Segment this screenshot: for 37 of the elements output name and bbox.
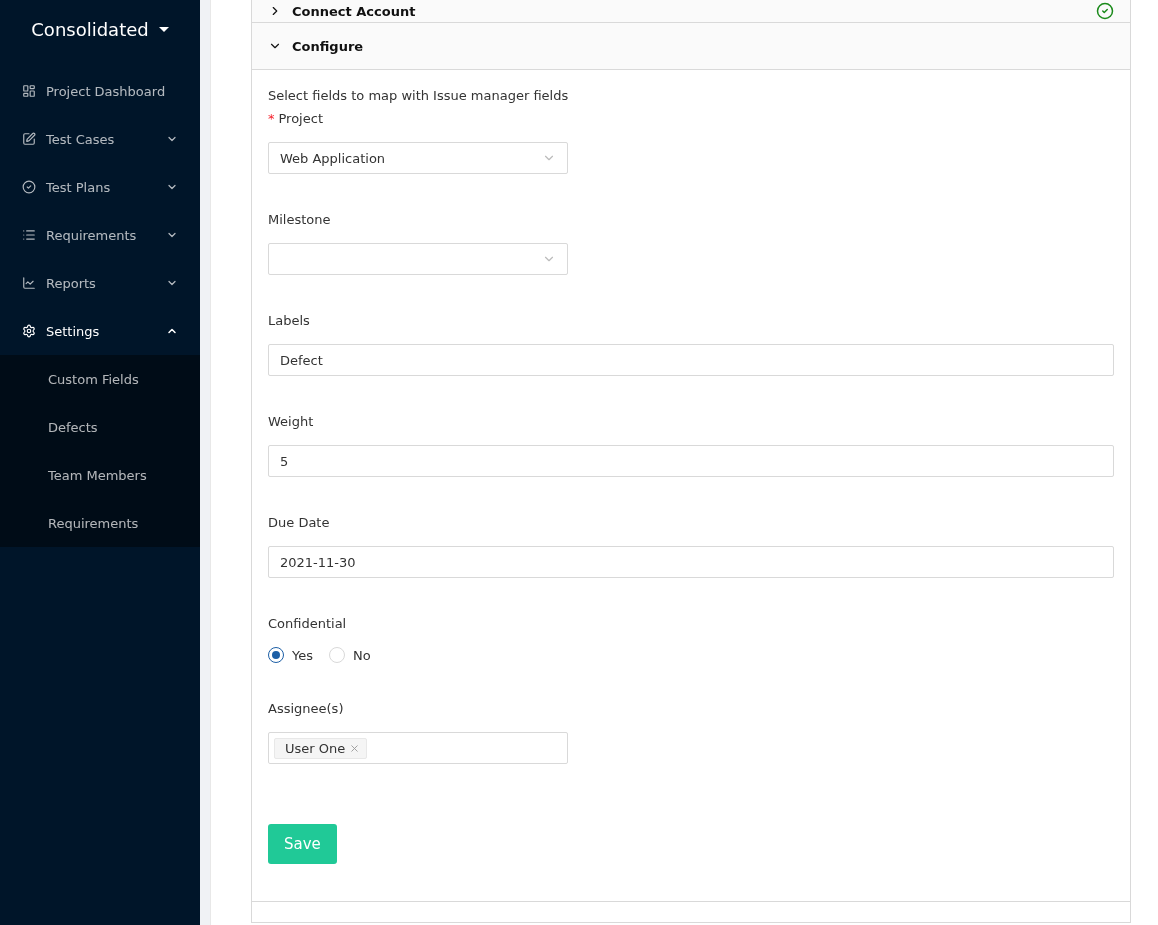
line-chart-icon bbox=[22, 276, 36, 290]
submenu-item[interactable]: Custom Fields bbox=[0, 355, 200, 403]
field-label: Labels bbox=[268, 313, 311, 328]
menu-item[interactable]: Settings bbox=[0, 307, 200, 355]
radio-option[interactable]: Yes bbox=[268, 647, 313, 663]
panel-header[interactable]: Connect Account bbox=[252, 0, 1130, 23]
select-field[interactable] bbox=[268, 243, 568, 275]
close-icon[interactable] bbox=[349, 742, 361, 754]
menu-item[interactable]: Project Dashboard bbox=[0, 67, 200, 115]
submenu-item[interactable]: Defects bbox=[0, 403, 200, 451]
tag: User One bbox=[274, 737, 368, 759]
dashboard-icon bbox=[22, 84, 36, 98]
field-label: Weight bbox=[268, 414, 315, 429]
list-icon bbox=[22, 228, 36, 242]
project-switcher[interactable]: Consolidated bbox=[25, 18, 175, 41]
input-field[interactable]: 5 bbox=[268, 445, 1114, 477]
submenu-item[interactable]: Requirements bbox=[0, 499, 200, 547]
menu-item[interactable]: Test Cases bbox=[0, 115, 200, 163]
submenu-item[interactable]: Team Members bbox=[0, 451, 200, 499]
field-label: Assignee(s) bbox=[268, 701, 345, 716]
panel-header[interactable]: Configure bbox=[252, 23, 1130, 70]
field-label: * Project bbox=[268, 111, 324, 126]
field-label: Due Date bbox=[268, 515, 331, 530]
settings-icon bbox=[22, 324, 36, 338]
edit-icon bbox=[22, 132, 36, 146]
instruction-text: Select fields to map with Issue manager fields bbox=[268, 88, 570, 103]
input-field[interactable]: Defect bbox=[268, 344, 1114, 376]
radio-option[interactable]: No bbox=[329, 647, 371, 663]
input-field[interactable]: 2021-11-30 bbox=[268, 546, 1114, 578]
field-label: Milestone bbox=[268, 212, 332, 227]
menu-item[interactable]: Test Plans bbox=[0, 163, 200, 211]
field-label: Confidential bbox=[268, 616, 348, 631]
select-field[interactable]: Web Application bbox=[268, 142, 568, 174]
tags-field[interactable]: User One bbox=[268, 732, 568, 764]
check-circle-icon bbox=[22, 180, 36, 194]
menu-item[interactable]: Reports bbox=[0, 259, 200, 307]
menu-item[interactable]: Requirements bbox=[0, 211, 200, 259]
